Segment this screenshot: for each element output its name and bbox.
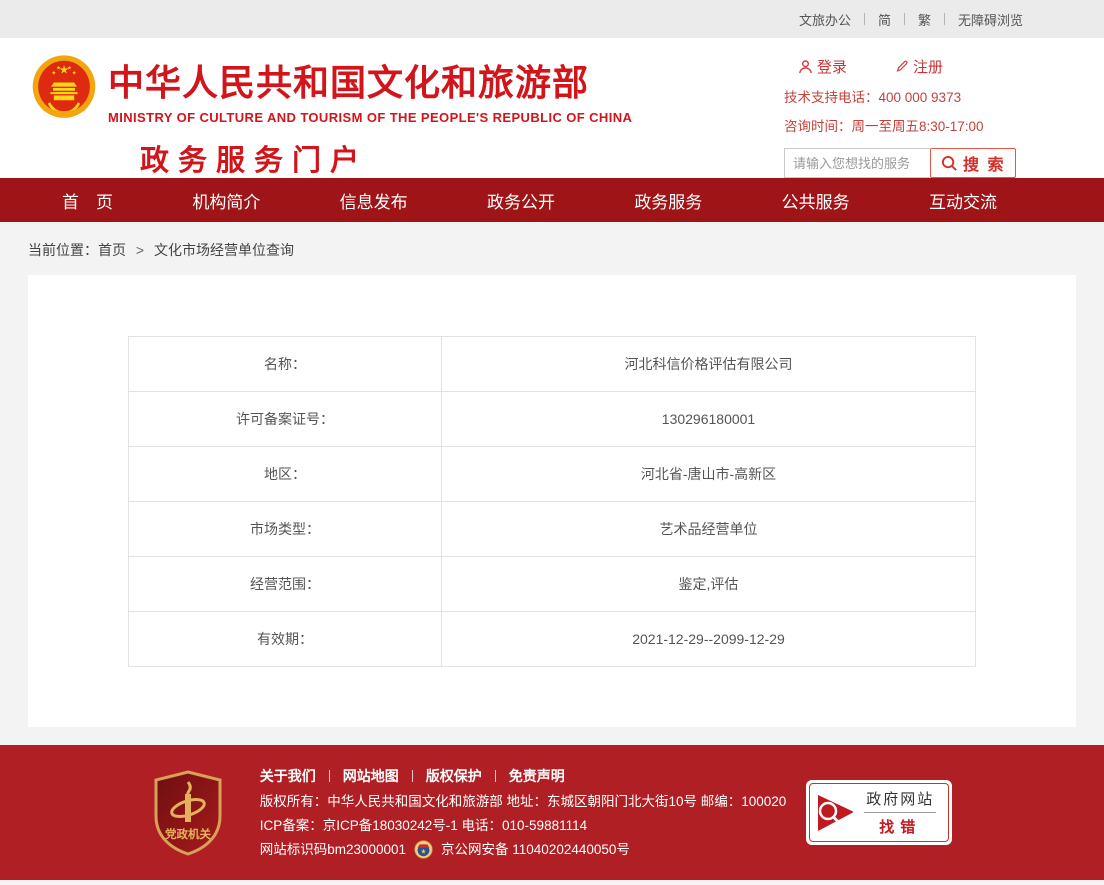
party-shield-icon: 党政机关 xyxy=(152,770,224,856)
row-label-name: 名称： xyxy=(129,337,442,392)
portal-subtitle: 政务服务门户 xyxy=(140,137,632,179)
row-value-name: 河北科信价格评估有限公司 xyxy=(442,337,976,392)
svg-text:★: ★ xyxy=(421,848,427,855)
police-record-number: 京公网安备 11040202440050号 xyxy=(441,838,630,862)
footer-link-about[interactable]: 关于我们 xyxy=(260,764,316,788)
site-header: ★ ★ ★ ★ ★ 中华人民共和国文化和旅游部 MINISTRY OF CULT… xyxy=(0,38,1104,178)
national-emblem-icon: ★ ★ ★ ★ ★ xyxy=(30,54,98,122)
main-nav: 首 页 机构简介 信息发布 政务公开 政务服务 公共服务 互动交流 xyxy=(0,178,1104,222)
topbar-link-simplified[interactable]: 简 xyxy=(878,10,891,29)
entity-info-table: 名称： 河北科信价格评估有限公司 许可备案证号： 130296180001 地区… xyxy=(128,336,976,667)
nav-item-public[interactable]: 公共服务 xyxy=(782,188,850,213)
svg-text:★: ★ xyxy=(56,66,61,72)
register-link[interactable]: 注册 xyxy=(895,56,943,77)
register-label: 注册 xyxy=(913,56,943,77)
search-input[interactable] xyxy=(784,148,930,178)
brand-titles: 中华人民共和国文化和旅游部 MINISTRY OF CULTURE AND TO… xyxy=(108,48,632,179)
topbar-link-traditional[interactable]: 繁 xyxy=(918,10,931,29)
login-link[interactable]: 登录 xyxy=(798,56,847,77)
table-row: 地区： 河北省-唐山市-高新区 xyxy=(129,447,976,502)
error-badge-texts: 政府网站 找错 xyxy=(864,788,936,837)
top-utility-bar: 文旅办公 简 繁 无障碍浏览 xyxy=(0,0,1104,38)
table-row: 名称： 河北科信价格评估有限公司 xyxy=(129,337,976,392)
footer-text-block: 关于我们 网站地图 版权保护 免责声明 版权所有：中华人民共和国文化和旅游部 地… xyxy=(260,764,787,862)
separator xyxy=(329,770,330,782)
brand: ★ ★ ★ ★ ★ 中华人民共和国文化和旅游部 MINISTRY OF CULT… xyxy=(30,48,632,179)
site-title: 中华人民共和国文化和旅游部 xyxy=(108,54,632,106)
nav-item-about[interactable]: 机构简介 xyxy=(192,188,260,213)
flag-magnifier-icon xyxy=(814,791,856,835)
breadcrumb-home-link[interactable]: 首页 xyxy=(98,242,126,258)
separator xyxy=(495,770,496,782)
topbar-link-accessibility[interactable]: 无障碍浏览 xyxy=(958,10,1023,29)
row-value-business-scope: 鉴定,评估 xyxy=(442,557,976,612)
service-hours: 咨询时间：周一至周五8:30-17:00 xyxy=(784,115,1020,135)
nav-item-news[interactable]: 信息发布 xyxy=(340,188,408,213)
search-bar: 搜 索 xyxy=(784,148,1020,178)
error-badge-line2: 找错 xyxy=(864,813,936,837)
gov-site-error-report-badge[interactable]: 政府网站 找错 xyxy=(806,780,952,845)
row-label-validity: 有效期： xyxy=(129,612,442,667)
row-label-region: 地区： xyxy=(129,447,442,502)
table-row: 许可备案证号： 130296180001 xyxy=(129,392,976,447)
row-value-market-type: 艺术品经营单位 xyxy=(442,502,976,557)
table-row: 有效期： 2021-12-29--2099-12-29 xyxy=(129,612,976,667)
nav-item-services[interactable]: 政务服务 xyxy=(634,188,702,213)
nav-item-disclosure[interactable]: 政务公开 xyxy=(487,188,555,213)
user-icon xyxy=(798,59,813,75)
site-footer: 党政机关 关于我们 网站地图 版权保护 免责声明 版权所有：中华人民共和国文化和… xyxy=(0,745,1104,880)
breadcrumb-current-link[interactable]: 文化市场经营单位查询 xyxy=(154,242,294,258)
separator xyxy=(944,13,945,25)
row-value-validity: 2021-12-29--2099-12-29 xyxy=(442,612,976,667)
footer-link-sitemap[interactable]: 网站地图 xyxy=(343,764,399,788)
login-label: 登录 xyxy=(817,56,847,77)
footer-icp-line: ICP备案：京ICP备18030242号-1 电话：010-59881114 xyxy=(260,814,787,838)
auth-links: 登录 注册 xyxy=(784,56,1020,77)
error-badge-inner: 政府网站 找错 xyxy=(809,783,949,842)
row-label-business-scope: 经营范围： xyxy=(129,557,442,612)
site-title-english: MINISTRY OF CULTURE AND TOURISM OF THE P… xyxy=(108,110,632,125)
footer-link-copyright[interactable]: 版权保护 xyxy=(426,764,482,788)
footer-links: 关于我们 网站地图 版权保护 免责声明 xyxy=(260,764,787,788)
row-label-license: 许可备案证号： xyxy=(129,392,442,447)
pen-icon xyxy=(895,59,909,74)
breadcrumb: 当前位置：首页 > 文化市场经营单位查询 xyxy=(0,222,1104,275)
svg-text:★: ★ xyxy=(72,70,77,76)
row-value-region: 河北省-唐山市-高新区 xyxy=(442,447,976,502)
nav-item-home[interactable]: 首 页 xyxy=(62,188,113,213)
police-badge-icon: ★ xyxy=(414,840,433,859)
separator xyxy=(904,13,905,25)
support-phone: 技术支持电话：400 000 9373 xyxy=(784,86,1020,106)
row-label-market-type: 市场类型： xyxy=(129,502,442,557)
row-value-license: 130296180001 xyxy=(442,392,976,447)
site-identifier-code: 网站标识码bm23000001 xyxy=(260,838,406,862)
breadcrumb-separator: > xyxy=(136,242,144,258)
party-badge-label: 党政机关 xyxy=(165,827,211,841)
search-button-label: 搜 索 xyxy=(963,151,1005,175)
content-panel: 名称： 河北科信价格评估有限公司 许可备案证号： 130296180001 地区… xyxy=(28,275,1076,727)
breadcrumb-prefix: 当前位置： xyxy=(28,242,98,258)
footer-link-disclaimer[interactable]: 免责声明 xyxy=(509,764,565,788)
search-button[interactable]: 搜 索 xyxy=(930,148,1016,178)
table-row: 经营范围： 鉴定,评估 xyxy=(129,557,976,612)
nav-item-interaction[interactable]: 互动交流 xyxy=(929,188,997,213)
table-row: 市场类型： 艺术品经营单位 xyxy=(129,502,976,557)
topbar-link-office[interactable]: 文旅办公 xyxy=(799,10,851,29)
footer-record-line: 网站标识码bm23000001 ★ 京公网安备 11040202440050号 xyxy=(260,838,787,862)
separator xyxy=(864,13,865,25)
error-badge-line1: 政府网站 xyxy=(864,788,936,813)
separator xyxy=(412,770,413,782)
header-right: 登录 注册 技术支持电话：400 000 9373 咨询时间：周一至周五8:30… xyxy=(784,56,1020,178)
footer-copyright-line: 版权所有：中华人民共和国文化和旅游部 地址：东城区朝阳门北大街10号 邮编：10… xyxy=(260,790,787,814)
magnifier-icon xyxy=(941,155,958,172)
